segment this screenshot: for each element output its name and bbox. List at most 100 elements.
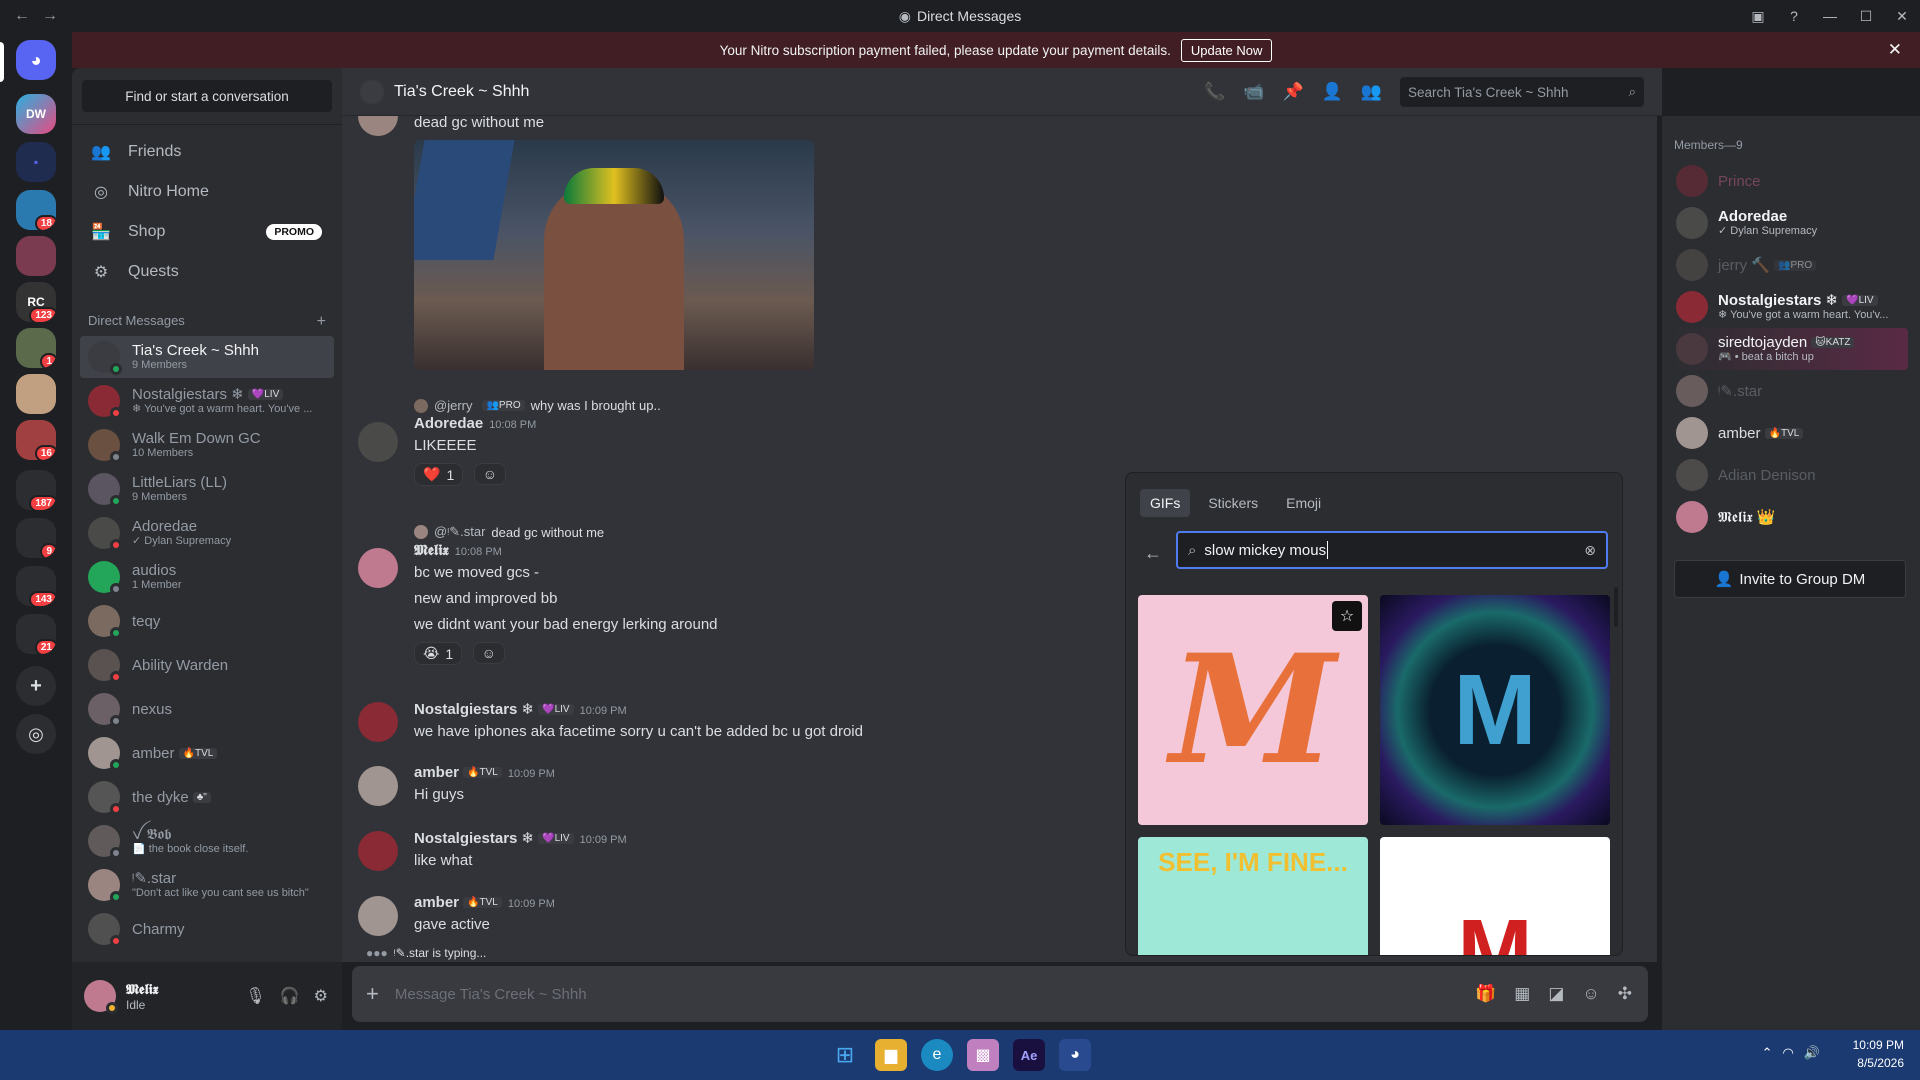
start-button[interactable]: ⊞ xyxy=(829,1039,861,1071)
dm-item[interactable]: Ability Warden xyxy=(80,644,334,686)
find-conversation-button[interactable]: Find or start a conversation xyxy=(82,80,332,112)
gif-icon[interactable]: ▦ xyxy=(1514,984,1530,1004)
headphones-icon[interactable]: 🎧 xyxy=(280,986,300,1006)
dm-item[interactable]: Nostalgiestars ❄ 💜LIV ❄ You've got a warm … xyxy=(80,380,334,422)
discord-taskbar-icon[interactable]: ◕ xyxy=(1059,1039,1091,1071)
update-now-button[interactable]: Update Now xyxy=(1180,38,1273,62)
server-icon[interactable]: DW xyxy=(16,94,56,134)
member-item[interactable]: Nostalgiestars ❄ 💜LIV ❄ You've got a warm … xyxy=(1670,286,1908,328)
server-folder[interactable]: 21 xyxy=(16,614,56,654)
gift-icon[interactable]: 🎁 xyxy=(1475,984,1496,1004)
member-item[interactable]: Adian Denison xyxy=(1670,454,1908,496)
file-explorer-icon[interactable]: ▆ xyxy=(875,1039,907,1071)
gif-result[interactable]: M ☆ xyxy=(1138,595,1368,825)
server-icon[interactable]: 16 xyxy=(16,420,56,460)
avatar[interactable] xyxy=(358,766,398,806)
back-arrow-icon[interactable]: ← xyxy=(1144,543,1162,564)
dm-item[interactable]: Adoredae ✓ Dylan Supremacy xyxy=(80,512,334,554)
inbox-icon[interactable]: ▣ xyxy=(1740,8,1776,25)
apps-icon[interactable]: ✣ xyxy=(1618,984,1632,1004)
gif-result[interactable]: SEE, I'M FINE... xyxy=(1138,837,1368,955)
scrollbar[interactable] xyxy=(1614,587,1618,627)
server-icon[interactable]: RC 123 xyxy=(16,282,56,322)
wifi-icon[interactable]: ◠ xyxy=(1782,1045,1793,1061)
gif-result[interactable]: M xyxy=(1380,837,1610,955)
server-folder[interactable]: 9 xyxy=(16,518,56,558)
avatar[interactable] xyxy=(84,980,118,1014)
sticker-icon[interactable]: ◪ xyxy=(1548,984,1564,1004)
add-reaction-button[interactable]: ☺ xyxy=(472,642,505,664)
server-icon[interactable] xyxy=(16,236,56,276)
dm-item-selected[interactable]: Tia's Creek ~ Shhh 9 Members xyxy=(80,336,334,378)
nav-friends[interactable]: 👥 Friends xyxy=(80,132,334,172)
maximize-button[interactable]: ☐ xyxy=(1848,8,1884,25)
attach-plus-icon[interactable]: + xyxy=(366,981,379,1007)
reply-preview[interactable]: @jerry 👥PRO why was I brought up.. xyxy=(414,398,1358,413)
system-clock[interactable]: 10:09 PM 8/5/2026 xyxy=(1853,1036,1904,1072)
edge-browser-icon[interactable]: e xyxy=(921,1039,953,1071)
message-author[interactable]: Nostalgiestars ❄ xyxy=(414,701,534,718)
server-icon[interactable]: 18 xyxy=(16,190,56,230)
help-icon[interactable]: ? xyxy=(1776,8,1812,24)
member-item[interactable]: 𝕸𝖊𝖑𝖎𝖝 👑 xyxy=(1670,496,1908,538)
avatar[interactable] xyxy=(358,831,398,871)
avatar[interactable] xyxy=(358,702,398,742)
voice-call-icon[interactable]: 📞 xyxy=(1204,82,1225,102)
member-item[interactable]: ᵎ✎.star xyxy=(1670,370,1908,412)
video-call-icon[interactable]: 📹 xyxy=(1243,82,1264,102)
dm-item[interactable]: nexus xyxy=(80,688,334,730)
after-effects-icon[interactable]: Ae xyxy=(1013,1039,1045,1071)
nav-quests[interactable]: ⚙ Quests xyxy=(80,252,334,292)
message-author[interactable]: Adoredae xyxy=(414,415,483,432)
add-server-button[interactable]: + xyxy=(16,666,56,706)
volume-icon[interactable]: 🔊 xyxy=(1804,1045,1820,1061)
server-folder[interactable]: 187 xyxy=(16,470,56,510)
gif-result[interactable]: M xyxy=(1380,595,1610,825)
favorite-star-icon[interactable]: ☆ xyxy=(1332,601,1362,631)
search-input[interactable]: Search Tia's Creek ~ Shhh ⌕ xyxy=(1400,77,1644,107)
close-window-button[interactable]: ✕ xyxy=(1884,8,1920,25)
discover-button[interactable]: ◎ xyxy=(16,714,56,754)
back-arrow-icon[interactable]: ← xyxy=(14,7,30,25)
member-item[interactable]: jerry 🔨 👥PRO xyxy=(1670,244,1908,286)
member-item[interactable]: amber 🔥TVL xyxy=(1670,412,1908,454)
avatar[interactable] xyxy=(358,116,398,136)
message-author[interactable]: amber xyxy=(414,764,459,781)
dm-item[interactable]: amber 🔥TVL xyxy=(80,732,334,774)
close-icon[interactable]: ✕ xyxy=(1888,40,1902,60)
dm-item[interactable]: LittleLiars (LL) 9 Members xyxy=(80,468,334,510)
server-icon[interactable] xyxy=(16,374,56,414)
add-reaction-button[interactable]: ☺ xyxy=(473,463,506,485)
tab-emoji[interactable]: Emoji xyxy=(1276,489,1331,517)
minimize-button[interactable]: — xyxy=(1812,8,1848,24)
tab-stickers[interactable]: Stickers xyxy=(1198,489,1268,517)
member-item[interactable]: Prince xyxy=(1670,160,1908,202)
add-friends-icon[interactable]: 👤 xyxy=(1322,82,1343,102)
avatar[interactable] xyxy=(358,896,398,936)
dm-item[interactable]: Walk Em Down GC 10 Members xyxy=(80,424,334,466)
create-dm-icon[interactable]: + xyxy=(317,313,326,331)
settings-gear-icon[interactable]: ⚙ xyxy=(314,986,328,1006)
clear-search-icon[interactable]: ⊗ xyxy=(1584,542,1596,559)
folder-icon[interactable]: ▪ xyxy=(16,142,56,182)
nav-shop[interactable]: 🏪 Shop PROMO xyxy=(80,212,334,252)
message-author[interactable]: 𝕸𝖊𝖑𝖎𝖝 xyxy=(414,542,449,559)
home-button[interactable]: ◕ xyxy=(16,40,56,80)
microphone-icon[interactable]: 🎙 xyxy=(245,986,265,1006)
nav-nitro-home[interactable]: ◎ Nitro Home xyxy=(80,172,334,212)
reaction[interactable]: ❤️ 1 xyxy=(414,463,464,486)
message-composer[interactable]: + Message Tia's Creek ~ Shhh 🎁 ▦ ◪ ☺ ✣ xyxy=(352,966,1648,1022)
gif-attachment[interactable] xyxy=(414,140,814,370)
member-item[interactable]: siredtojayden 🐱KATZ 🎮 • beat a bitch up xyxy=(1670,328,1908,370)
tray-chevron-icon[interactable]: ⌃ xyxy=(1762,1045,1773,1061)
dm-item[interactable]: teqy xyxy=(80,600,334,642)
gif-search-input[interactable]: ⌕ slow mickey mous ⊗ xyxy=(1176,531,1608,569)
dm-item[interactable]: ᵎ✎.star "Don't act like you cant see us b… xyxy=(80,864,334,906)
avatar[interactable] xyxy=(358,422,398,462)
reaction[interactable]: 😭 1 xyxy=(414,642,463,665)
dm-item[interactable]: the dyke ♣" xyxy=(80,776,334,818)
server-icon[interactable]: 1 xyxy=(16,328,56,368)
avatar[interactable] xyxy=(358,548,398,588)
server-folder[interactable]: 143 xyxy=(16,566,56,606)
member-list-icon[interactable]: 👥 xyxy=(1361,82,1382,102)
